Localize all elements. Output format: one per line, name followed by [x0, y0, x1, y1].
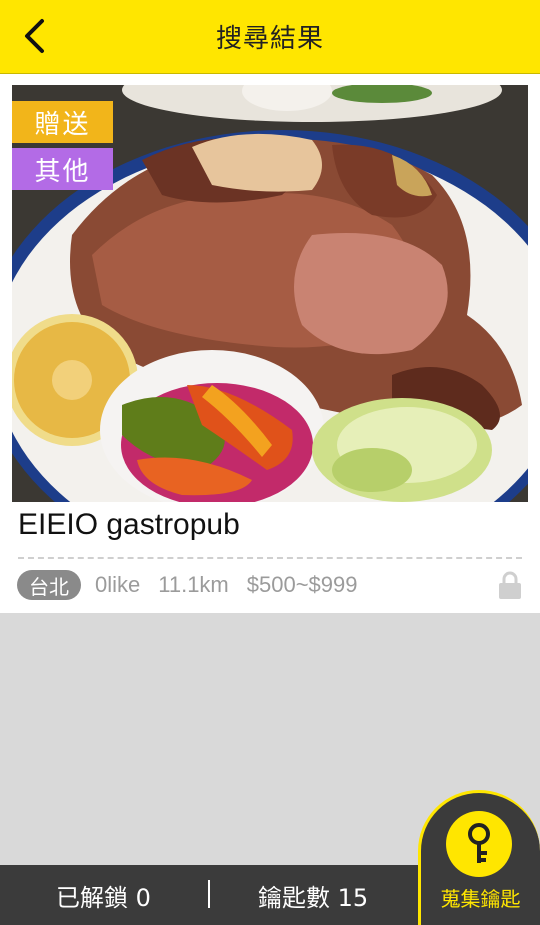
collect-keys-label: 蒐集鑰匙: [440, 887, 521, 911]
price-range: $500~$999: [246, 572, 358, 597]
result-meta: 台北 0like 11.1km $500~$999: [17, 569, 376, 601]
key-count: 鑰匙數 15: [258, 883, 369, 912]
result-card[interactable]: 贈送 其他 EIEIO gastropub 台北 0like 11.1km $5…: [0, 74, 540, 613]
tag-other: 其他: [12, 148, 113, 190]
chevron-left-icon: [25, 19, 44, 53]
lock-icon: [499, 571, 521, 599]
restaurant-name[interactable]: EIEIO gastropub: [18, 508, 240, 542]
key-icon-circle: [446, 811, 512, 877]
tag-gift: 贈送: [12, 101, 113, 143]
divider: [18, 557, 522, 559]
key-icon: [468, 823, 490, 863]
like-count: 0like: [95, 572, 141, 597]
collect-keys-button[interactable]: 蒐集鑰匙: [418, 790, 540, 925]
separator: [208, 880, 210, 908]
page-title: 搜尋結果: [215, 24, 324, 54]
distance: 11.1km: [158, 572, 229, 597]
city-badge: 台北: [17, 570, 81, 600]
back-button[interactable]: [12, 14, 56, 58]
restaurant-photo[interactable]: 贈送 其他: [12, 85, 528, 502]
unlocked-count: 已解鎖 0: [56, 883, 151, 912]
header-bar: 搜尋結果: [0, 0, 540, 74]
